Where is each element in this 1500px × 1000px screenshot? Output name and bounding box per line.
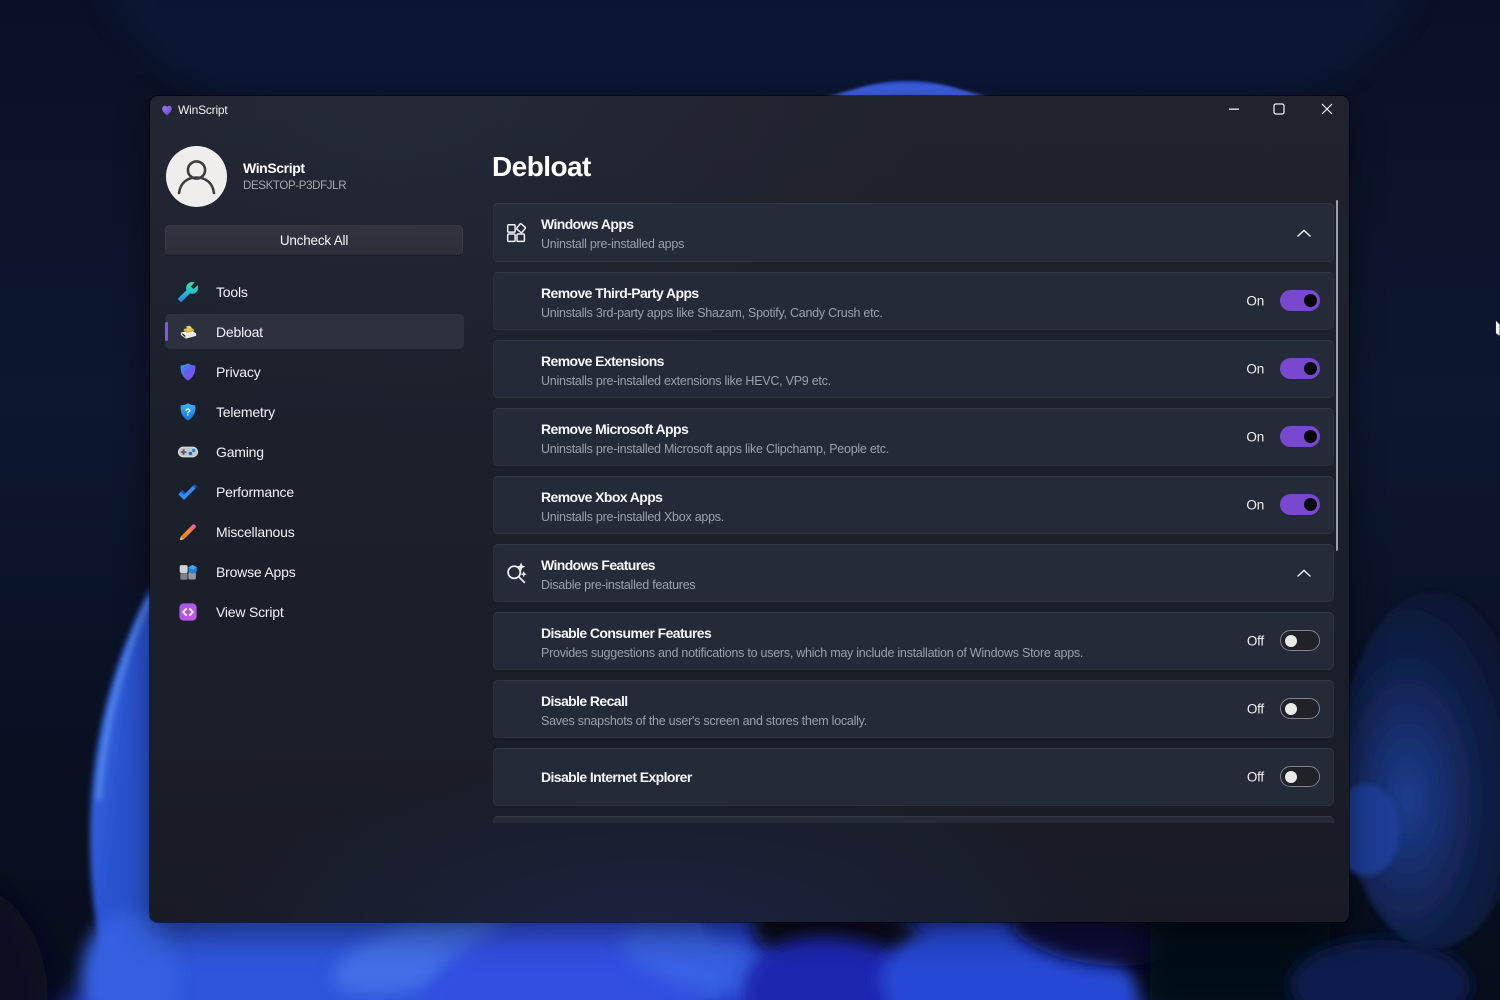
svg-text:?: ? bbox=[185, 407, 191, 418]
